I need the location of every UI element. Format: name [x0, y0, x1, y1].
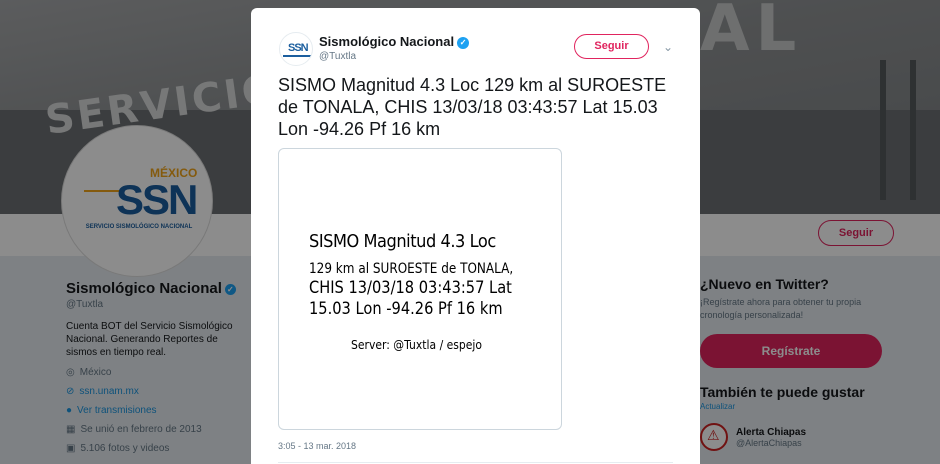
media-line: CHIS 13/03/18 03:43:57 Lat [309, 278, 512, 298]
tweet-header: SSN Sismológico Nacional ✓ @Tuxtla Seguir… [251, 8, 700, 70]
follow-button[interactable]: Seguir [574, 34, 649, 59]
tweet-author-name[interactable]: Sismológico Nacional ✓ [319, 34, 470, 49]
tweet-author-avatar[interactable]: SSN [279, 32, 313, 66]
tweet-author-handle[interactable]: @Tuxtla [319, 51, 356, 62]
tweet-media-image[interactable]: SISMO Magnitud 4.3 Loc 129 km al SUROEST… [278, 148, 562, 430]
tweet-modal: SSN Sismológico Nacional ✓ @Tuxtla Seguir… [251, 8, 700, 464]
chevron-down-icon[interactable]: ⌄ [661, 40, 675, 54]
media-line: 15.03 Lon -94.26 Pf 16 km [309, 299, 503, 319]
avatar-underline [283, 55, 311, 57]
avatar-acronym: SSN [288, 42, 309, 54]
media-line: 129 km al SUROESTE de TONALA, [309, 261, 514, 277]
media-text-block: SISMO Magnitud 4.3 Loc 129 km al SUROEST… [309, 231, 559, 352]
divider [278, 462, 673, 463]
tweet-text: SISMO Magnitud 4.3 Loc 129 km al SUROEST… [278, 75, 667, 139]
media-title: SISMO Magnitud 4.3 Loc [309, 231, 496, 252]
media-server-text: Server: @Tuxtla / espejo [351, 338, 483, 352]
verified-badge-icon: ✓ [457, 37, 470, 49]
tweet-timestamp[interactable]: 3:05 - 13 mar. 2018 [278, 441, 356, 451]
